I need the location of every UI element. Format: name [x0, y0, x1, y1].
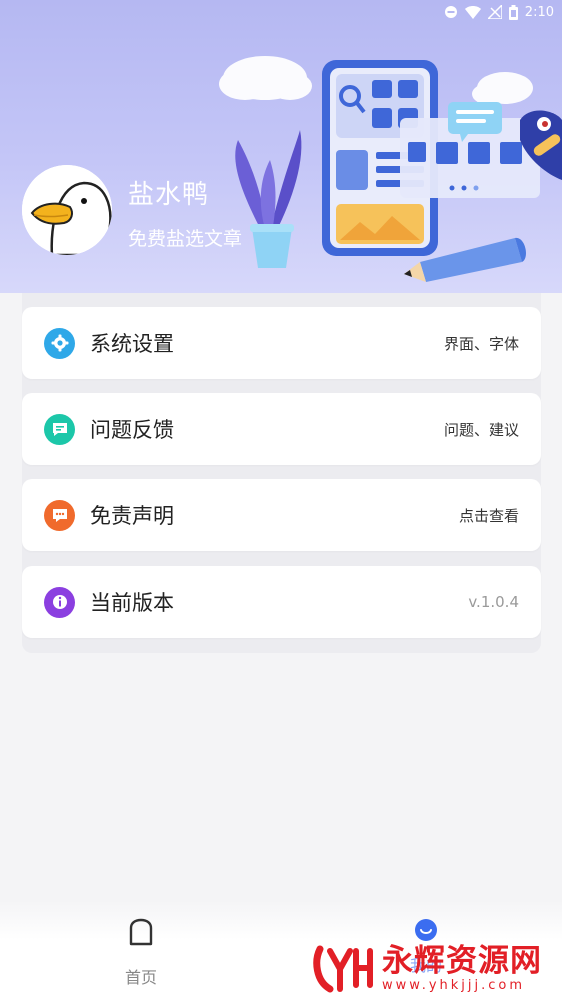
- menu-item-system-settings[interactable]: 系统设置 界面、字体: [22, 307, 541, 379]
- menu-value: 界面、字体: [443, 334, 519, 353]
- watermark-logo-icon: [313, 945, 373, 993]
- wifi-icon: [464, 5, 481, 19]
- battery-icon: [508, 4, 518, 20]
- profile-name: 盐水鸭: [128, 180, 210, 210]
- watermark-url: www.yhkjjj.com: [382, 978, 526, 993]
- menu-item-version[interactable]: 当前版本 v.1.0.4: [22, 566, 541, 638]
- profile-subtitle: 免费盐选文章: [128, 228, 243, 250]
- do-not-disturb-icon: [444, 5, 458, 19]
- menu-item-feedback[interactable]: 问题反馈 问题、建议: [22, 393, 541, 465]
- menu-label: 问题反馈: [90, 418, 174, 442]
- menu-label: 免责声明: [90, 504, 174, 528]
- gear-icon: [44, 327, 75, 359]
- menu-value: 问题、建议: [443, 420, 519, 439]
- tab-home-label: 首页: [124, 968, 157, 987]
- duck-avatar-icon: [22, 165, 112, 255]
- tab-home[interactable]: 首页: [105, 918, 177, 990]
- watermark: 永辉资源网 www.yhkjjj.com: [312, 938, 562, 1000]
- menu-item-disclaimer[interactable]: 免责声明 点击查看: [22, 479, 541, 551]
- no-signal-icon: [487, 5, 502, 19]
- menu-label: 系统设置: [90, 332, 174, 356]
- avatar[interactable]: [22, 165, 112, 255]
- profile-header: 2:10 盐水鸭 免费盐选文章: [0, 0, 562, 293]
- status-time: 2:10: [524, 4, 554, 20]
- info-icon: [44, 586, 75, 618]
- menu-value: 点击查看: [458, 506, 519, 525]
- chat-dots-icon: [44, 499, 75, 531]
- version-value: v.1.0.4: [468, 593, 519, 611]
- status-bar: 2:10: [0, 0, 562, 24]
- home-icon: [129, 918, 153, 950]
- message-icon: [44, 413, 75, 445]
- watermark-title: 永辉资源网: [382, 943, 542, 979]
- menu-label: 当前版本: [90, 591, 174, 615]
